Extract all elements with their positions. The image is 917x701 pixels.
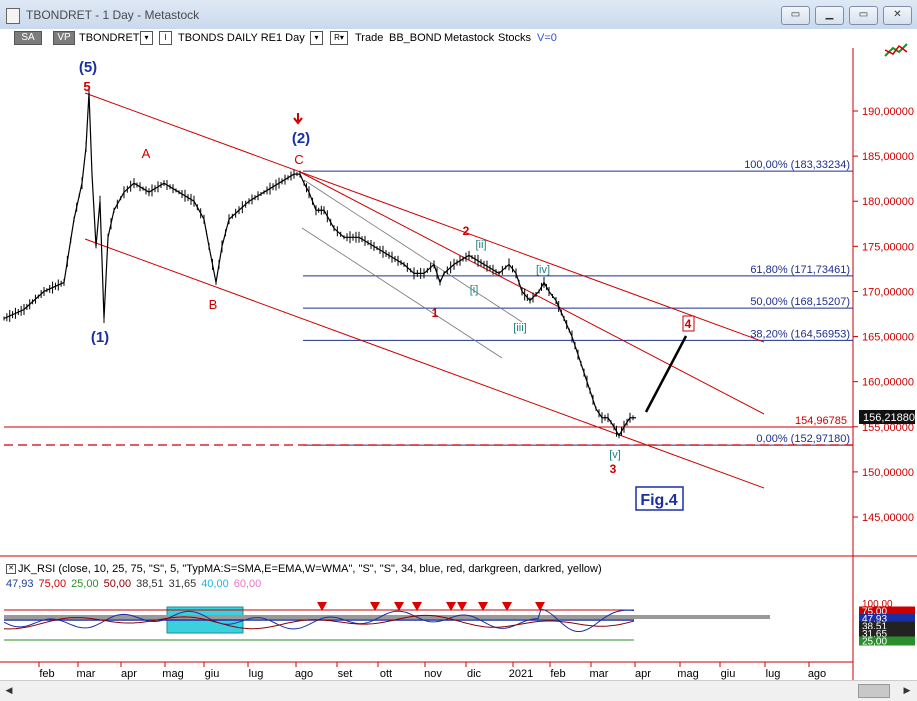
wave-label-w5: (5) [79, 59, 97, 76]
wave-label-ii: [ii] [476, 239, 487, 251]
month-label: dic [467, 668, 482, 680]
indicator-value: 40,00 [201, 578, 229, 590]
wave-label-wB: B [209, 297, 218, 312]
symbol-field[interactable]: TBONDRET [79, 31, 140, 45]
indicator-values: 47,93 75,00 25,00 50,00 38,51 31,65 40,00 60,00 [6, 578, 266, 590]
support-value: 154,96785 [795, 415, 847, 427]
month-label: giu [721, 668, 736, 680]
price-axis-label: 145,00000 [862, 512, 914, 524]
month-label: lug [766, 668, 781, 680]
indicator-value: 47,93 [6, 578, 34, 590]
maximize-window-button[interactable]: ▭ [849, 6, 878, 25]
wave-label-i3: 3 [610, 462, 617, 476]
wave-label-i2: 2 [463, 224, 470, 238]
price-axis-label: 185,00000 [862, 151, 914, 163]
wave-label-iii: [iii] [513, 322, 526, 334]
month-label: set [338, 668, 353, 680]
wave-label-v: [v] [609, 449, 621, 461]
month-label: mag [677, 668, 698, 680]
down-arrow-icon [293, 113, 303, 125]
window-title: TBONDRET - 1 Day - Metastock [26, 8, 200, 22]
price-axis-label: 180,00000 [862, 196, 914, 208]
last-price: 156,21880 [863, 412, 915, 424]
fig-label: Fig.4 [640, 492, 677, 509]
month-label: ott [380, 668, 392, 680]
wave-label-wA: A [142, 146, 151, 161]
price-axis-label: 150,00000 [862, 467, 914, 479]
app-icon [6, 8, 20, 24]
fib-label: 100,00% (183,33234) [744, 159, 850, 171]
month-label: mag [162, 668, 183, 680]
symbol-dropdown[interactable]: ▾ [140, 31, 153, 45]
close-window-button[interactable]: ✕ [883, 6, 912, 25]
scroll-thumb[interactable] [858, 684, 890, 698]
metastock-label: Metastock [444, 32, 495, 44]
refresh-dropdown[interactable]: R▾ [330, 31, 348, 45]
month-label: lug [249, 668, 264, 680]
rsi-axis-label: 25,00 [862, 637, 887, 648]
wave-label-i4: 4 [685, 317, 692, 331]
chart-tools-icon[interactable] [883, 40, 909, 60]
month-label: 2021 [509, 668, 533, 680]
month-label: nov [424, 668, 442, 680]
projection-line [644, 335, 688, 413]
indicator-value: 50,00 [103, 578, 132, 590]
indicator-value: 31,65 [168, 578, 197, 590]
upper-channel-line [84, 92, 765, 343]
stocks-label: Stocks [498, 32, 532, 44]
sa-button[interactable]: SA [14, 31, 42, 45]
month-label: mar [590, 668, 609, 680]
horizontal-scrollbar[interactable]: ◀ ▶ [0, 680, 917, 701]
month-label: feb [39, 668, 54, 680]
month-label: apr [121, 668, 137, 680]
indicator-value: 38,51 [136, 578, 164, 590]
indicator-value: 75,00 [38, 578, 67, 590]
wave-label-w2: (2) [292, 130, 310, 147]
price-axis-label: 170,00000 [862, 286, 914, 298]
price-axis-label: 175,00000 [862, 241, 914, 253]
indicator-formula: JK_RSI (close, 10, 25, 75, "S", 5, "TypM… [18, 563, 602, 575]
chart-toolbar: SA VP TBONDRET ▾ I TBONDS DAILY RE 1 Day… [0, 29, 917, 48]
month-label: ago [808, 668, 826, 680]
wave-label-wC: C [294, 152, 303, 167]
price-axis-label: 160,00000 [862, 377, 914, 389]
indicator-header: ✕ JK_RSI (close, 10, 25, 75, "S", 5, "Typ… [6, 563, 602, 575]
trade-link[interactable]: Trade [355, 31, 383, 45]
wave-label-w5b: 5 [83, 79, 90, 94]
security-name: TBONDS DAILY RE [178, 32, 277, 44]
period-field[interactable]: 1 Day [276, 31, 305, 45]
fib-label: 61,80% (171,73461) [750, 264, 850, 276]
fib-label: 50,00% (168,15207) [750, 296, 850, 308]
indicator-value: 25,00 [71, 578, 99, 590]
scroll-left-icon[interactable]: ◀ [2, 683, 16, 697]
indicator-checkbox[interactable]: ✕ [6, 564, 16, 575]
wave-label-w1: (1) [91, 329, 109, 346]
period-dropdown[interactable]: ▾ [310, 31, 323, 45]
wave-label-iv: [iv] [536, 264, 550, 276]
indicator-value: 60,00 [233, 578, 262, 590]
fib-label: 38,20% (164,56953) [750, 328, 850, 340]
source-label: BB_BOND [389, 32, 442, 44]
month-label: apr [635, 668, 651, 680]
info-button[interactable]: I [159, 31, 172, 45]
month-label: ago [295, 668, 313, 680]
price-axis-label: 165,00000 [862, 332, 914, 344]
minimize-window-button[interactable]: ▭ [781, 6, 810, 25]
vp-button[interactable]: VP [53, 31, 75, 45]
restore-window-button[interactable]: ▁ [815, 6, 844, 25]
wave-label-i_: [i] [470, 284, 479, 296]
month-label: giu [205, 668, 220, 680]
wave-label-i1: 1 [432, 306, 439, 320]
scroll-right-icon[interactable]: ▶ [900, 683, 914, 697]
middle-channel-line [299, 171, 765, 415]
window-titlebar: TBONDRET - 1 Day - Metastock ▭ ▁ ▭ ✕ [0, 0, 917, 30]
month-label: feb [550, 668, 565, 680]
price-axis-label: 190,00000 [862, 106, 914, 118]
volume-label: V=0 [537, 32, 557, 44]
fib-label: 0,00% (152,97180) [756, 433, 850, 445]
month-label: mar [77, 668, 96, 680]
